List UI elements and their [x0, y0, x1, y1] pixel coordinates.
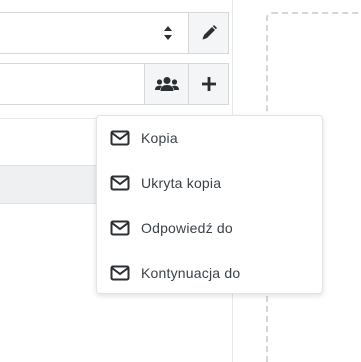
menu-item-reply-to[interactable]: Odpowiedź do [97, 206, 322, 250]
menu-item-cc[interactable]: Kopia [97, 116, 322, 160]
envelope-icon [110, 220, 130, 236]
envelope-icon [110, 130, 130, 146]
menu-item-bcc[interactable]: Ukryta kopia [97, 161, 322, 205]
envelope-icon [110, 175, 130, 191]
plus-icon [201, 77, 216, 91]
users-icon [154, 77, 179, 91]
edit-identity-button[interactable] [188, 12, 229, 54]
compose-recipients-area: Kopia Ukryta kopia Odpowiedź do Kontynua… [0, 0, 361, 362]
sort-arrows-icon [160, 23, 176, 43]
add-header-button[interactable] [188, 63, 229, 105]
to-recipient-input[interactable] [0, 63, 144, 105]
field-divider [0, 118, 96, 119]
menu-item-label: Kopia [141, 130, 178, 146]
menu-item-label: Kontynuacja do [141, 265, 241, 281]
pencil-icon [202, 25, 217, 40]
add-header-dropdown: Kopia Ukryta kopia Odpowiedź do Kontynua… [96, 115, 323, 294]
menu-item-label: Odpowiedź do [141, 220, 233, 236]
address-book-button[interactable] [144, 63, 188, 105]
menu-item-label: Ukryta kopia [141, 175, 222, 191]
envelope-icon [110, 265, 130, 281]
subject-field-background [0, 165, 96, 204]
menu-item-followup-to[interactable]: Kontynuacja do [97, 251, 322, 295]
